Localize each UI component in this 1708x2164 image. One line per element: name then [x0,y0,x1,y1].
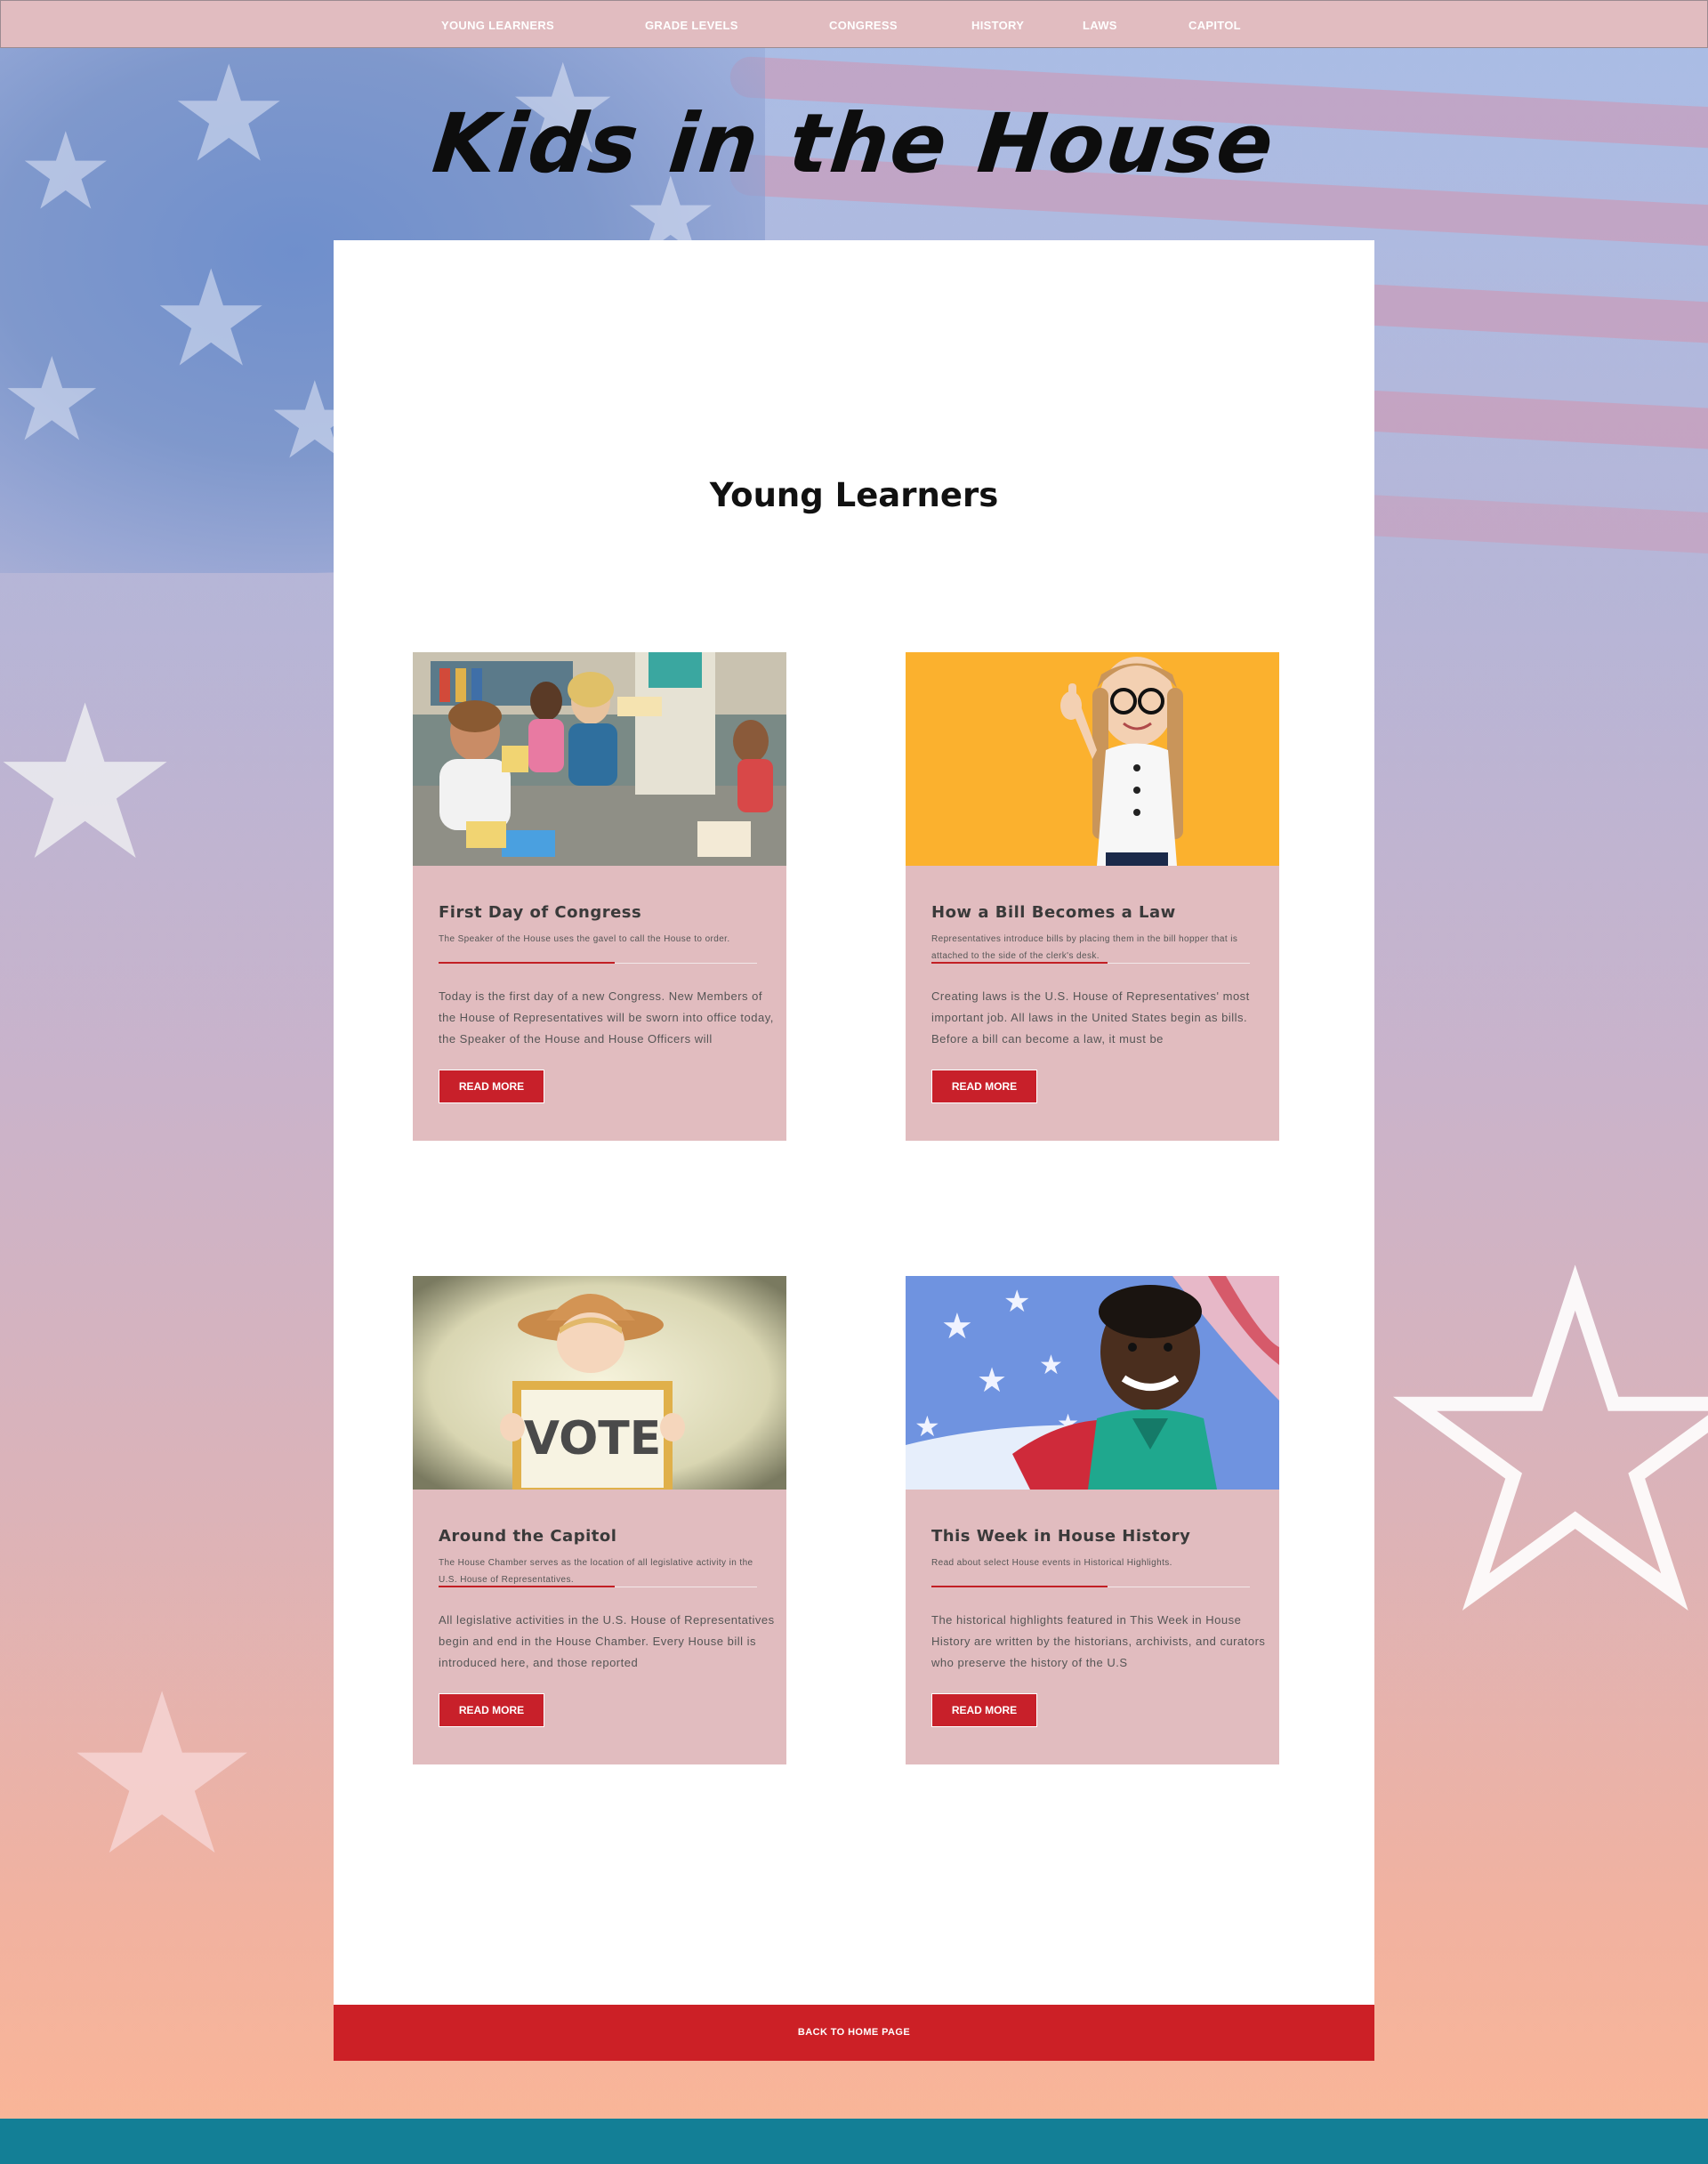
card-divider [931,962,1250,964]
card-title[interactable]: How a Bill Becomes a Law [931,903,1176,922]
star-decoration-right: ★ [1381,1202,1708,1689]
card-excerpt: Creating laws is the U.S. House of Repre… [931,989,1250,1046]
read-more-button[interactable]: READ MORE [439,1070,544,1103]
card-title[interactable]: Around the Capitol [439,1527,616,1546]
nav-item-congress[interactable]: CONGRESS [829,19,898,32]
vote-sign-photo: VOTE [413,1276,786,1490]
card-title[interactable]: This Week in House History [931,1527,1190,1546]
footer-band [0,2119,1708,2164]
top-nav: YOUNG LEARNERS GRADE LEVELS CONGRESS HIS… [0,0,1708,48]
section-title: Young Learners [709,476,999,514]
svg-text:★: ★ [1003,1284,1030,1320]
card-first-day-of-congress: First Day of Congress The Speaker of the… [413,652,786,1141]
card-title[interactable]: First Day of Congress [439,903,641,922]
card-how-a-bill-becomes-a-law: How a Bill Becomes a Law Representatives… [906,652,1279,1141]
nav-item-grade-levels[interactable]: GRADE LEVELS [645,19,738,32]
nav-item-capitol[interactable]: CAPITOL [1188,19,1241,32]
card-subtitle: Read about select House events in Histor… [931,1558,1172,1568]
content-panel: Young Learners First Day of Congress The… [334,240,1374,2061]
card-image-vote-sign[interactable]: VOTE [413,1276,786,1490]
card-divider [439,962,757,964]
card-around-the-capitol: VOTE Around the Capitol The House Chambe… [413,1276,786,1764]
card-excerpt: Today is the first day of a new Congress… [439,989,774,1046]
card-this-week-in-house-history: ★ ★ ★ ★ ★ ★ This Week in House History R… [906,1276,1279,1764]
nav-item-young-learners[interactable]: YOUNG LEARNERS [441,19,554,32]
vote-text: VOTE [524,1412,662,1466]
card-subtitle: The Speaker of the House uses the gavel … [439,934,730,944]
girl-thumbs-up-photo [906,652,1279,866]
kids-reading-photo [413,652,786,866]
svg-text:★: ★ [941,1306,973,1347]
read-more-button[interactable]: READ MORE [931,1070,1037,1103]
card-image-kids-reading[interactable] [413,652,786,866]
card-image-boy-with-flag[interactable]: ★ ★ ★ ★ ★ ★ [906,1276,1279,1490]
card-subtitle: Representatives introduce bills by placi… [931,934,1238,961]
nav-item-laws[interactable]: LAWS [1083,19,1117,32]
card-subtitle: The House Chamber serves as the location… [439,1558,753,1585]
star-decoration-left-bottom: ★ [62,1645,262,1904]
back-to-home-button[interactable]: BACK TO HOME PAGE [334,2005,1374,2061]
svg-text:★: ★ [977,1361,1007,1400]
read-more-button[interactable]: READ MORE [931,1693,1037,1727]
nav-item-history[interactable]: HISTORY [971,19,1024,32]
card-excerpt: The historical highlights featured in Th… [931,1613,1266,1669]
boy-with-flag-photo: ★ ★ ★ ★ ★ ★ [906,1276,1279,1490]
card-image-girl-thumbs-up[interactable] [906,652,1279,866]
svg-text:★: ★ [914,1409,940,1443]
site-title: Kids in the House [428,96,1280,191]
card-excerpt: All legislative activities in the U.S. H… [439,1613,775,1669]
svg-text:★: ★ [1039,1350,1063,1381]
read-more-button[interactable]: READ MORE [439,1693,544,1727]
star-decoration-left-top: ★ [0,658,181,908]
